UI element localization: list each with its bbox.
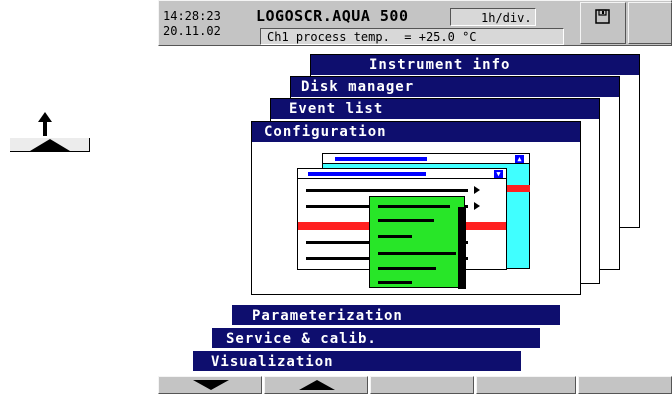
cyan-window-titlebar: ▲	[323, 154, 529, 164]
triangle-up-icon	[30, 139, 70, 151]
softkey-4[interactable]	[476, 376, 576, 394]
triangle-up-icon	[299, 380, 335, 390]
menu-item-parameterization[interactable]: Parameterization	[232, 305, 560, 325]
event-list-title: Event list	[271, 99, 599, 119]
softkey-2[interactable]	[264, 376, 368, 394]
arrow-up-icon: ▲	[515, 155, 524, 163]
extra-status-button[interactable]	[628, 2, 672, 44]
cyan-highlight-bar	[503, 185, 530, 192]
triangle-down-icon	[193, 380, 229, 390]
green-window-illustration	[369, 196, 466, 289]
timebase-field[interactable]: 1h/div.	[450, 8, 536, 26]
disk-manager-title: Disk manager	[291, 77, 619, 97]
clock-time: 14:28:23	[163, 9, 221, 23]
list-window-titlebar: ▼	[298, 169, 506, 179]
clock-date: 20.11.02	[163, 24, 221, 38]
softkey-1[interactable]	[158, 376, 262, 394]
configuration-title: Configuration	[252, 122, 580, 142]
arrow-down-icon: ▼	[494, 170, 503, 178]
instrument-info-title: Instrument info	[311, 55, 639, 75]
device-name: LOGOSCR.AQUA 500	[256, 7, 409, 25]
arrow-up-icon[interactable]	[30, 112, 60, 136]
scroll-indicator	[10, 138, 90, 152]
menu-item-service-calib[interactable]: Service & calib.	[212, 328, 540, 348]
softkey-5[interactable]	[578, 376, 672, 394]
configuration-card[interactable]: Configuration ▲ ▼	[251, 121, 581, 295]
channel-readout[interactable]: Ch1 process temp. = +25.0 °C	[260, 28, 564, 45]
menu-item-visualization[interactable]: Visualization	[193, 351, 521, 371]
floppy-disk-icon	[595, 9, 610, 24]
softkey-3[interactable]	[370, 376, 474, 394]
disk-button[interactable]	[580, 2, 626, 44]
